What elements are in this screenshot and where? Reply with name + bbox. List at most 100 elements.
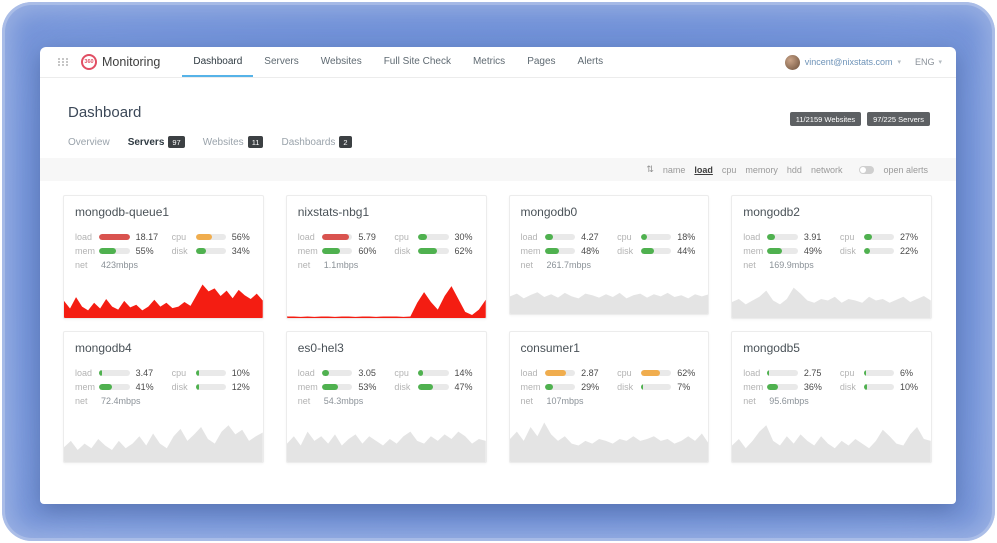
sort-bar: ⇅ name loadcpu memory hdd network open alert… bbox=[40, 158, 956, 181]
status-badge: 97/225 Servers bbox=[867, 112, 930, 126]
nav-menu: DashboardServersWebsitesFull Site CheckM… bbox=[182, 47, 614, 77]
metric-row-net: net169.9mbps bbox=[743, 258, 830, 271]
nav-item-full-site-check[interactable]: Full Site Check bbox=[373, 47, 462, 77]
metric-row-net: net95.6mbps bbox=[743, 394, 830, 407]
metric-row-disk: disk 34% bbox=[172, 244, 252, 257]
chevron-down-icon: ▾ bbox=[897, 58, 901, 66]
metric-value: 34% bbox=[226, 246, 252, 256]
sort-options: name loadcpu memory hdd network bbox=[663, 165, 843, 175]
metric-bar bbox=[641, 370, 671, 376]
open-alerts-label[interactable]: open alerts bbox=[883, 165, 928, 175]
metric-value: 47% bbox=[449, 382, 475, 392]
brand-360-icon: 360 bbox=[81, 54, 97, 70]
server-card[interactable]: mongodb0load4.27mem48%net261.7mbpscpu18%… bbox=[509, 195, 710, 315]
nav-item-alerts[interactable]: Alerts bbox=[567, 47, 615, 77]
metric-row-net: net1.1mbps bbox=[298, 258, 385, 271]
sort-option-network[interactable]: network bbox=[811, 165, 843, 175]
net-value: 169.9mbps bbox=[767, 260, 814, 270]
server-name: consumer1 bbox=[521, 341, 698, 355]
metric-value: 18.17 bbox=[130, 232, 162, 242]
metric-bar-fill bbox=[196, 384, 200, 390]
tab-servers[interactable]: Servers97 bbox=[128, 136, 185, 148]
tab-dashboards[interactable]: Dashboards2 bbox=[281, 136, 351, 148]
server-card[interactable]: nixstats-nbg1load5.79mem60%net1.1mbpscpu… bbox=[286, 195, 487, 319]
metric-label: disk bbox=[840, 246, 864, 256]
metric-value: 18% bbox=[671, 232, 697, 242]
metric-value: 62% bbox=[671, 368, 697, 378]
metric-label: disk bbox=[617, 246, 641, 256]
metric-row-disk: disk10% bbox=[840, 380, 920, 393]
metric-bar-fill bbox=[196, 370, 199, 376]
metric-bar bbox=[196, 384, 226, 390]
tab-overview[interactable]: Overview bbox=[68, 137, 110, 148]
server-card[interactable]: mongodb-queue1load18.17mem55%net423mbpsc… bbox=[63, 195, 264, 319]
metric-label: disk bbox=[172, 246, 196, 256]
metric-bar-fill bbox=[418, 248, 437, 254]
metric-row-cpu: cpu27% bbox=[840, 230, 920, 243]
metric-bar bbox=[196, 234, 226, 240]
sort-option-cpu[interactable]: cpu bbox=[722, 165, 737, 175]
metric-row-cpu: cpu56% bbox=[172, 230, 252, 243]
tab-count-badge: 97 bbox=[168, 136, 184, 148]
server-card[interactable]: mongodb2load3.91mem49%net169.9mbpscpu27%… bbox=[731, 195, 932, 319]
sparkline-chart bbox=[64, 416, 263, 462]
sort-option-hdd[interactable]: hdd bbox=[787, 165, 802, 175]
metric-row-load: load2.75 bbox=[743, 366, 830, 379]
sort-option-load[interactable]: load bbox=[694, 165, 713, 175]
language-menu[interactable]: ENG ▾ bbox=[915, 57, 942, 67]
metric-bar-fill bbox=[322, 370, 330, 376]
net-value: 72.4mbps bbox=[99, 396, 141, 406]
metric-value: 36% bbox=[798, 382, 830, 392]
metric-value: 4.27 bbox=[575, 232, 607, 242]
metric-bar bbox=[196, 370, 226, 376]
nav-item-pages[interactable]: Pages bbox=[516, 47, 566, 77]
metric-row-mem: mem36% bbox=[743, 380, 830, 393]
metric-label: cpu bbox=[840, 368, 864, 378]
metric-row-disk: disk7% bbox=[617, 380, 697, 393]
metric-value: 56% bbox=[226, 232, 252, 242]
sort-icon: ⇅ bbox=[646, 164, 654, 175]
sort-option-memory[interactable]: memory bbox=[745, 165, 778, 175]
metric-row-cpu: cpu18% bbox=[617, 230, 697, 243]
server-card[interactable]: consumer1load2.87mem29%net107mbpscpu62%d… bbox=[509, 331, 710, 463]
server-card[interactable]: mongodb4load3.47mem41%net72.4mbpscpu10%d… bbox=[63, 331, 264, 463]
tab-label: Servers bbox=[128, 137, 165, 148]
user-menu[interactable]: vincent@nixstats.com ▾ bbox=[785, 55, 901, 70]
metric-row-disk: disk12% bbox=[172, 380, 252, 393]
metric-row-mem: mem53% bbox=[298, 380, 385, 393]
metric-value: 10% bbox=[894, 382, 920, 392]
nav-item-dashboard[interactable]: Dashboard bbox=[182, 47, 253, 77]
metric-row-load: load3.91 bbox=[743, 230, 830, 243]
apps-grid-icon[interactable] bbox=[58, 58, 69, 66]
metric-bar bbox=[864, 384, 894, 390]
server-card[interactable]: es0-hel3load3.05mem53%net54.3mbpscpu14%d… bbox=[286, 331, 487, 463]
tab-label: Dashboards bbox=[281, 137, 335, 148]
nav-item-servers[interactable]: Servers bbox=[253, 47, 309, 77]
sort-option-name[interactable]: name bbox=[663, 165, 686, 175]
status-badge: 11/2159 Websites bbox=[790, 112, 861, 126]
page-header: Dashboard 11/2159 Websites 97/225 Servers bbox=[40, 78, 956, 126]
metric-row-load: load4.27 bbox=[521, 230, 608, 243]
server-name: mongodb5 bbox=[743, 341, 920, 355]
page-title: Dashboard bbox=[68, 104, 141, 121]
metric-row-cpu: cpu6% bbox=[840, 366, 920, 379]
metric-label: net bbox=[521, 396, 545, 406]
server-card[interactable]: mongodb5 load2.75mem36%net95.6mbps cpu6%di… bbox=[731, 331, 932, 463]
open-alerts-toggle[interactable] bbox=[859, 166, 874, 174]
metric-bar-fill bbox=[196, 234, 213, 240]
nav-item-websites[interactable]: Websites bbox=[310, 47, 373, 77]
metric-value: 3.05 bbox=[352, 368, 384, 378]
tab-websites[interactable]: Websites11 bbox=[203, 136, 264, 148]
metric-label: load bbox=[743, 368, 767, 378]
nav-item-metrics[interactable]: Metrics bbox=[462, 47, 516, 77]
metric-bar bbox=[99, 248, 130, 254]
metric-row-load: load2.87 bbox=[521, 366, 608, 379]
metric-bar-fill bbox=[641, 384, 643, 390]
metric-value: 3.91 bbox=[798, 232, 830, 242]
server-name: nixstats-nbg1 bbox=[298, 205, 475, 219]
metric-label: net bbox=[743, 396, 767, 406]
metric-row-mem: mem60% bbox=[298, 244, 385, 257]
metric-value: 60% bbox=[352, 246, 384, 256]
metric-row-load: load3.47 bbox=[75, 366, 162, 379]
brand-logo[interactable]: 360 Monitoring bbox=[81, 47, 160, 77]
